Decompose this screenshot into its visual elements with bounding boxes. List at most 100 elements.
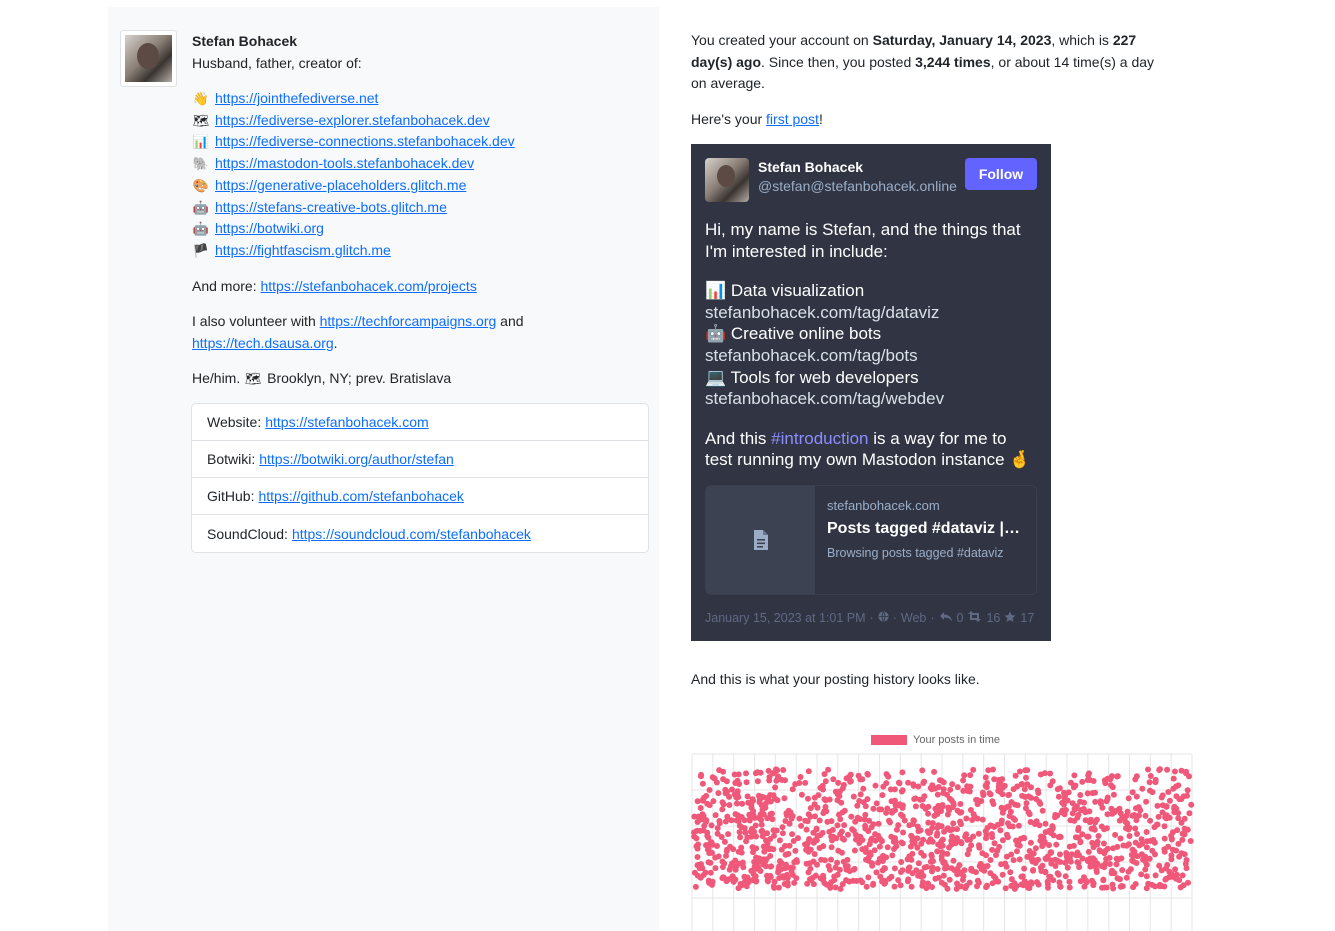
post-point: [1127, 866, 1134, 873]
post-point: [1132, 839, 1139, 846]
project-link-row: 🏴 https://fightfascism.glitch.me: [192, 240, 652, 262]
post-point: [979, 789, 986, 796]
post-point: [1149, 789, 1156, 796]
post-point: [1077, 792, 1084, 798]
post-point: [1133, 805, 1139, 812]
post-point: [692, 883, 699, 890]
project-link[interactable]: https://botwiki.org: [215, 218, 324, 240]
project-link[interactable]: https://fightfascism.glitch.me: [215, 240, 391, 262]
post-point: [1152, 851, 1158, 858]
post-point: [904, 878, 911, 885]
map-icon: 🗺: [192, 112, 210, 128]
post-point: [963, 831, 970, 838]
post-point: [726, 866, 733, 873]
more-projects-link[interactable]: https://stefanbohacek.com/projects: [260, 278, 476, 294]
post-point: [1057, 859, 1064, 865]
embed-avatar[interactable]: [705, 158, 749, 202]
post-point: [1103, 856, 1110, 862]
first-post-link[interactable]: first post: [766, 111, 819, 127]
post-point: [1092, 789, 1098, 796]
embed-name[interactable]: Stefan Bohacek: [758, 159, 957, 175]
post-point: [1024, 781, 1031, 788]
project-link[interactable]: https://jointhefediverse.net: [215, 88, 378, 110]
post-point: [843, 775, 850, 782]
volunteer-text: I also volunteer with https://techforcam…: [192, 311, 652, 354]
post-point: [1171, 768, 1178, 775]
post-point: [1090, 882, 1097, 889]
follow-button[interactable]: Follow: [965, 158, 1037, 190]
post-point: [1118, 855, 1125, 862]
project-link[interactable]: https://mastodon-tools.stefanbohacek.dev: [215, 153, 474, 175]
post-point: [1007, 869, 1014, 876]
post-point: [1008, 799, 1015, 806]
field-link[interactable]: https://botwiki.org/author/stefan: [259, 451, 454, 467]
volunteer-link-2[interactable]: https://tech.dsausa.org: [192, 335, 334, 351]
post-point: [908, 883, 915, 890]
post-point: [908, 856, 915, 863]
more-label: And more:: [192, 277, 257, 294]
post-point: [1081, 874, 1087, 881]
post-date[interactable]: January 15, 2023 at 1:01 PM: [705, 611, 866, 625]
post-point: [1086, 777, 1093, 783]
post-point: [1037, 864, 1044, 871]
post-point: [699, 780, 706, 787]
field-link[interactable]: https://soundcloud.com/stefanbohacek: [292, 526, 531, 542]
post-point: [1117, 883, 1124, 890]
post-point: [1139, 785, 1146, 792]
post-point: [997, 827, 1004, 834]
post-point: [1040, 834, 1047, 841]
field-link[interactable]: https://stefanbohacek.com: [265, 414, 428, 430]
star-icon[interactable]: [1004, 611, 1016, 626]
post-point: [781, 881, 788, 887]
post-point: [895, 877, 902, 884]
post-point: [990, 801, 997, 807]
post-point: [1008, 876, 1015, 883]
post-point: [940, 786, 947, 793]
post-point: [1116, 805, 1123, 812]
embed-item-3: 💻 Tools for web developers: [705, 367, 1037, 389]
profile-field-github: GitHub: https://github.com/stefanbohacek: [192, 478, 648, 515]
post-point: [779, 830, 786, 837]
embed-handle[interactable]: @stefan@stefanbohacek.online: [758, 178, 957, 194]
project-link[interactable]: https://generative-placeholders.glitch.m…: [215, 175, 466, 197]
field-link[interactable]: https://github.com/stefanbohacek: [258, 488, 463, 504]
volunteer-link-1[interactable]: https://techforcampaigns.org: [320, 313, 497, 329]
project-link[interactable]: https://fediverse-connections.stefanboha…: [215, 131, 515, 153]
post-point: [915, 860, 922, 867]
post-point: [760, 856, 767, 863]
post-point: [946, 876, 953, 883]
field-label: GitHub:: [207, 488, 255, 504]
post-point: [1098, 863, 1105, 870]
post-point: [979, 850, 986, 857]
post-point: [931, 768, 938, 775]
item-text: Tools for web developers: [730, 367, 919, 387]
project-link[interactable]: https://stefans-creative-bots.glitch.me: [215, 197, 447, 219]
post-point: [1014, 848, 1020, 855]
post-point: [893, 843, 900, 850]
post-point: [934, 866, 941, 872]
post-point: [875, 820, 882, 827]
post-point: [935, 874, 942, 881]
post-point: [944, 811, 951, 818]
post-point: [784, 851, 790, 858]
embed-item-2: 🤖 Creative online bots: [705, 323, 1037, 345]
project-link[interactable]: https://fediverse-explorer.stefanbohacek…: [215, 110, 490, 132]
post-point: [917, 796, 924, 803]
favourite-count: 17: [1020, 611, 1035, 626]
post-point: [761, 848, 768, 855]
post-point: [949, 826, 956, 833]
hashtag-link[interactable]: #introduction: [771, 429, 868, 448]
post-point: [1176, 877, 1183, 884]
boost-icon[interactable]: [967, 611, 982, 625]
link-preview-card[interactable]: stefanbohacek.com Posts tagged #dataviz …: [705, 484, 1037, 595]
post-point: [732, 811, 739, 818]
embed-item-link[interactable]: stefanbohacek.com/tag/webdev: [705, 388, 1037, 410]
embed-item-link[interactable]: stefanbohacek.com/tag/dataviz: [705, 302, 1037, 324]
post-point: [912, 803, 919, 810]
project-links: 👋 https://jointhefediverse.net 🗺 https://f…: [192, 88, 652, 262]
post-point: [719, 858, 726, 865]
reply-icon[interactable]: [939, 611, 953, 625]
post-point: [967, 783, 974, 790]
post-point: [1133, 793, 1140, 800]
embed-item-link[interactable]: stefanbohacek.com/tag/bots: [705, 345, 1037, 367]
